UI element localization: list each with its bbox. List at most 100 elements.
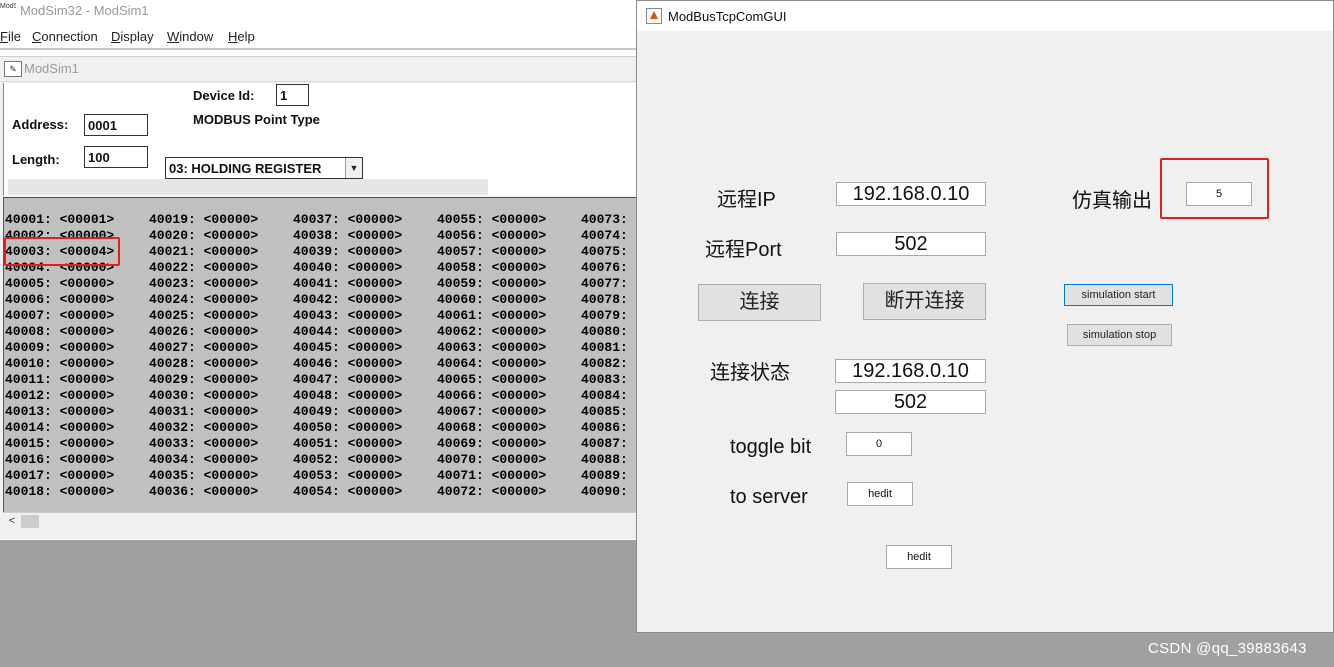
menu-display[interactable]: Display: [111, 29, 154, 44]
register-cell[interactable]: 40066: <00000>: [437, 388, 546, 404]
register-cell[interactable]: 40032: <00000>: [149, 420, 258, 436]
simulation-start-button[interactable]: simulation start: [1064, 284, 1173, 306]
register-cell[interactable]: 40052: <00000>: [293, 452, 402, 468]
register-cell[interactable]: 40001: <00001>: [5, 212, 114, 228]
register-cell[interactable]: 40065: <00000>: [437, 372, 546, 388]
modsim-titlebar[interactable]: ModSim ModSim32 - ModSim1: [0, 0, 640, 24]
register-cell[interactable]: 40030: <00000>: [149, 388, 258, 404]
register-cell[interactable]: 40040: <00000>: [293, 260, 402, 276]
register-cell[interactable]: 40039: <00000>: [293, 244, 402, 260]
register-cell[interactable]: 40023: <00000>: [149, 276, 258, 292]
register-cell[interactable]: 40047: <00000>: [293, 372, 402, 388]
point-type-select[interactable]: 03: HOLDING REGISTER ▼: [165, 157, 363, 179]
connect-button[interactable]: 连接: [698, 284, 821, 321]
disconnect-button[interactable]: 断开连接: [863, 283, 986, 320]
register-cell[interactable]: 40086: <: [581, 420, 641, 436]
device-id-field[interactable]: 1: [276, 84, 309, 106]
register-cell[interactable]: 40033: <00000>: [149, 436, 258, 452]
toggle-bit-field[interactable]: 0: [846, 432, 912, 456]
scroll-thumb[interactable]: [21, 515, 39, 528]
to-server-field[interactable]: hedit: [847, 482, 913, 506]
register-cell[interactable]: 40013: <00000>: [5, 404, 114, 420]
register-cell[interactable]: 40059: <00000>: [437, 276, 546, 292]
register-cell[interactable]: 40083: <: [581, 372, 641, 388]
register-cell[interactable]: 40009: <00000>: [5, 340, 114, 356]
register-cell[interactable]: 40054: <00000>: [293, 484, 402, 500]
register-cell[interactable]: 40070: <00000>: [437, 452, 546, 468]
register-cell[interactable]: 40005: <00000>: [5, 276, 114, 292]
menu-window[interactable]: Window: [167, 29, 213, 44]
register-cell[interactable]: 40062: <00000>: [437, 324, 546, 340]
register-cell[interactable]: 40064: <00000>: [437, 356, 546, 372]
register-cell[interactable]: 40051: <00000>: [293, 436, 402, 452]
register-cell[interactable]: 40081: <: [581, 340, 641, 356]
register-cell[interactable]: 40024: <00000>: [149, 292, 258, 308]
register-cell[interactable]: 40042: <00000>: [293, 292, 402, 308]
register-cell[interactable]: 40028: <00000>: [149, 356, 258, 372]
menu-connection[interactable]: Connection: [32, 29, 98, 44]
register-cell[interactable]: 40027: <00000>: [149, 340, 258, 356]
register-cell[interactable]: 40022: <00000>: [149, 260, 258, 276]
register-cell[interactable]: 40080: <: [581, 324, 641, 340]
register-cell[interactable]: 40060: <00000>: [437, 292, 546, 308]
register-cell[interactable]: 40038: <00000>: [293, 228, 402, 244]
register-cell[interactable]: 40050: <00000>: [293, 420, 402, 436]
register-cell[interactable]: 40075: <: [581, 244, 641, 260]
register-cell[interactable]: 40010: <00000>: [5, 356, 114, 372]
register-cell[interactable]: 40072: <00000>: [437, 484, 546, 500]
simulation-stop-button[interactable]: simulation stop: [1067, 324, 1172, 346]
register-cell[interactable]: 40025: <00000>: [149, 308, 258, 324]
register-cell[interactable]: 40044: <00000>: [293, 324, 402, 340]
register-cell[interactable]: 40067: <00000>: [437, 404, 546, 420]
gui-titlebar[interactable]: ModBusTcpComGUI: [637, 1, 1333, 31]
register-cell[interactable]: 40055: <00000>: [437, 212, 546, 228]
register-cell[interactable]: 40090: <: [581, 484, 641, 500]
register-cell[interactable]: 40029: <00000>: [149, 372, 258, 388]
register-cell[interactable]: 40011: <00000>: [5, 372, 114, 388]
register-cell[interactable]: 40074: <: [581, 228, 641, 244]
length-field[interactable]: 100: [84, 146, 148, 168]
register-cell[interactable]: 40069: <00000>: [437, 436, 546, 452]
register-cell[interactable]: 40048: <00000>: [293, 388, 402, 404]
register-cell[interactable]: 40068: <00000>: [437, 420, 546, 436]
child-titlebar[interactable]: ✎ ModSim1: [0, 57, 640, 82]
register-cell[interactable]: 40076: <: [581, 260, 641, 276]
bottom-edit-field[interactable]: hedit: [886, 545, 952, 569]
register-cell[interactable]: 40008: <00000>: [5, 324, 114, 340]
register-cell[interactable]: 40061: <00000>: [437, 308, 546, 324]
register-cell[interactable]: 40087: <: [581, 436, 641, 452]
register-cell[interactable]: 40073: <: [581, 212, 641, 228]
register-cell[interactable]: 40021: <00000>: [149, 244, 258, 260]
remote-port-field[interactable]: 502: [836, 232, 986, 256]
register-cell[interactable]: 40078: <: [581, 292, 641, 308]
register-cell[interactable]: 40053: <00000>: [293, 468, 402, 484]
register-cell[interactable]: 40031: <00000>: [149, 404, 258, 420]
register-cell[interactable]: 40034: <00000>: [149, 452, 258, 468]
register-cell[interactable]: 40071: <00000>: [437, 468, 546, 484]
register-cell[interactable]: 40063: <00000>: [437, 340, 546, 356]
register-cell[interactable]: 40018: <00000>: [5, 484, 114, 500]
register-cell[interactable]: 40019: <00000>: [149, 212, 258, 228]
register-cell[interactable]: 40043: <00000>: [293, 308, 402, 324]
register-cell[interactable]: 40041: <00000>: [293, 276, 402, 292]
menu-help[interactable]: Help: [228, 29, 255, 44]
register-cell[interactable]: 40006: <00000>: [5, 292, 114, 308]
register-cell[interactable]: 40088: <: [581, 452, 641, 468]
register-cell[interactable]: 40058: <00000>: [437, 260, 546, 276]
register-cell[interactable]: 40035: <00000>: [149, 468, 258, 484]
register-cell[interactable]: 40084: <: [581, 388, 641, 404]
register-cell[interactable]: 40049: <00000>: [293, 404, 402, 420]
register-cell[interactable]: 40036: <00000>: [149, 484, 258, 500]
register-cell[interactable]: 40016: <00000>: [5, 452, 114, 468]
register-cell[interactable]: 40089: <: [581, 468, 641, 484]
register-cell[interactable]: 40017: <00000>: [5, 468, 114, 484]
remote-ip-field[interactable]: 192.168.0.10: [836, 182, 986, 206]
register-cell[interactable]: 40046: <00000>: [293, 356, 402, 372]
menu-file[interactable]: File: [0, 29, 21, 44]
horizontal-scrollbar[interactable]: <: [3, 512, 640, 530]
register-cell[interactable]: 40012: <00000>: [5, 388, 114, 404]
register-cell[interactable]: 40020: <00000>: [149, 228, 258, 244]
register-cell[interactable]: 40037: <00000>: [293, 212, 402, 228]
register-cell[interactable]: 40045: <00000>: [293, 340, 402, 356]
register-cell[interactable]: 40085: <: [581, 404, 641, 420]
